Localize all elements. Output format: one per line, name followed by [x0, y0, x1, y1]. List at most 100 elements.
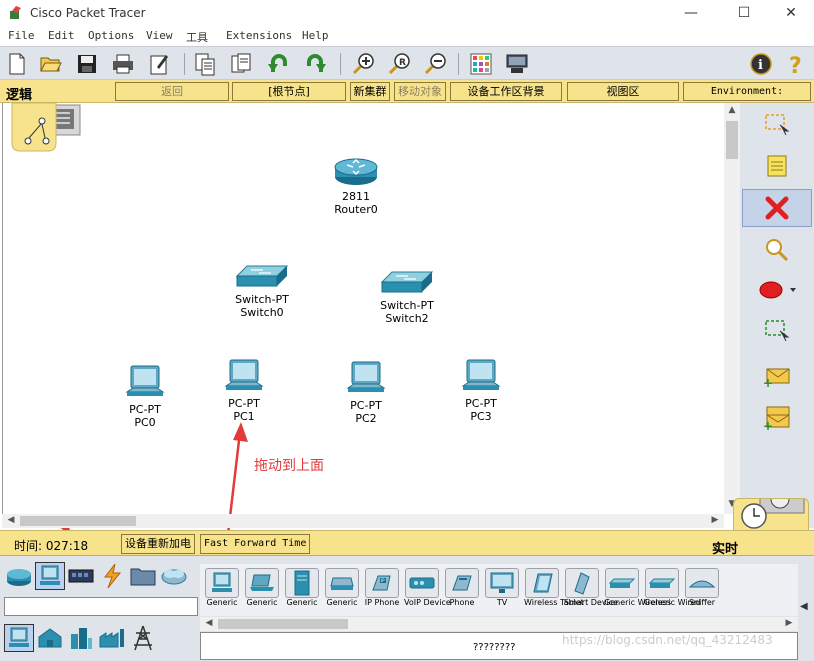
add-complex-pdu-icon[interactable]: + — [742, 399, 812, 437]
open-icon[interactable] — [38, 51, 64, 77]
zoom-reset-icon[interactable]: R — [386, 51, 412, 77]
switch-0[interactable]: Switch-PT Switch0 — [232, 264, 292, 319]
paste-icon[interactable] — [228, 51, 254, 77]
menu-tools[interactable]: 工具 — [186, 29, 208, 45]
panel-expand-arrow-icon[interactable]: ◀ — [800, 601, 808, 612]
custom-device-icon[interactable] — [504, 51, 530, 77]
simulation-status-bar: 时间: 027:18 设备重新加电 Fast Forward Time 实时 — [0, 530, 814, 557]
redo-icon[interactable] — [302, 51, 328, 77]
svg-text:IP: IP — [381, 578, 385, 583]
tile-label: Generic — [246, 598, 278, 607]
add-simple-pdu-icon[interactable]: + — [742, 357, 812, 395]
environment-button[interactable]: Environment: 03:00:00 — [683, 82, 811, 114]
menu-extensions[interactable]: Extensions — [226, 29, 292, 42]
miscellaneous-category-icon[interactable] — [128, 562, 158, 590]
palette-icon[interactable] — [468, 51, 494, 77]
menu-options[interactable]: Options — [88, 29, 134, 42]
main-toolbar: R i ? — [0, 46, 814, 80]
device-list-scroll-thumb[interactable] — [218, 619, 348, 629]
network-devices-category-icon[interactable] — [4, 562, 34, 590]
generic-pc-tile[interactable]: Generic — [204, 568, 240, 612]
root-node-button[interactable]: [根节点] — [232, 82, 346, 101]
multiuser-category-icon[interactable] — [159, 562, 189, 590]
menu-edit[interactable]: Edit — [48, 29, 75, 42]
router-0[interactable]: 2811 Router0 — [328, 155, 384, 216]
scroll-left-arrow-icon[interactable]: ◀ — [4, 515, 18, 525]
sniffer-tile[interactable]: Sniffer — [684, 568, 720, 612]
delete-tool-icon[interactable] — [742, 189, 812, 227]
zoom-out-icon[interactable] — [422, 51, 448, 77]
scroll-right-arrow-icon[interactable]: ▶ — [782, 618, 796, 628]
vertical-scroll-thumb[interactable] — [726, 121, 738, 159]
maximize-button[interactable]: ☐ — [729, 3, 759, 23]
move-object-button[interactable]: 移动对象 — [394, 82, 446, 101]
wireless-tablet-tile[interactable]: Wireless Tablet — [524, 568, 584, 612]
horizontal-scroll-thumb[interactable] — [20, 516, 136, 526]
help-icon[interactable]: ? — [784, 51, 810, 77]
scroll-left-arrow-icon[interactable]: ◀ — [202, 618, 216, 628]
ip-phone-tile[interactable]: IP IP Phone — [364, 568, 400, 612]
info-icon[interactable]: i — [748, 51, 774, 77]
pc-icon — [212, 572, 232, 592]
smart-device-tile[interactable]: Smart Device — [564, 568, 618, 612]
toolbar-separator — [184, 53, 185, 75]
device-model-label: 2811 — [342, 190, 370, 203]
activity-wizard-icon[interactable] — [146, 51, 172, 77]
generic-printer-tile[interactable]: Generic — [324, 568, 360, 612]
end-devices-category-icon[interactable] — [35, 562, 65, 590]
realtime-mode-tab[interactable] — [733, 488, 809, 532]
scroll-up-arrow-icon[interactable]: ▲ — [725, 105, 739, 115]
inspect-tool-icon[interactable] — [742, 231, 812, 269]
components-category-icon[interactable] — [66, 562, 96, 590]
device-model-label: PC-PT — [228, 397, 260, 410]
phone-tile[interactable]: Phone — [444, 568, 480, 612]
pc-0[interactable]: PC-PT PC0 — [120, 364, 170, 429]
csdn-watermark: https://blog.csdn.net/qq_43212483 — [562, 633, 773, 647]
smart-city-subcategory-icon[interactable] — [66, 624, 96, 652]
logical-view-tab[interactable] — [4, 102, 82, 153]
home-subcategory-icon[interactable] — [35, 624, 65, 652]
close-button[interactable]: ✕ — [776, 3, 806, 23]
generic-laptop-tile[interactable]: Generic — [244, 568, 280, 612]
power-cycle-button[interactable]: 设备重新加电 — [121, 534, 195, 554]
save-icon[interactable] — [74, 51, 100, 77]
minimize-button[interactable]: — — [676, 3, 706, 23]
switch-2[interactable]: Switch-PT Switch2 — [377, 270, 437, 325]
generic-wired-tile[interactable]: Generic Wired — [644, 568, 701, 612]
canvas-horizontal-scrollbar[interactable]: ◀ ▶ — [2, 514, 724, 528]
viewport-button[interactable]: 视图区 — [567, 82, 679, 101]
set-background-button[interactable]: 设备工作区背景 — [450, 82, 562, 101]
new-icon[interactable] — [4, 51, 30, 77]
tv-tile[interactable]: TV — [484, 568, 520, 612]
generic-wireless-tile[interactable]: Generic Wireless — [604, 568, 672, 612]
tile-label: Sniffer — [688, 598, 716, 607]
select-tool-icon[interactable] — [742, 105, 812, 143]
menu-help[interactable]: Help — [302, 29, 329, 42]
device-model-text: ???????? — [473, 642, 516, 653]
resize-tool-icon[interactable] — [742, 311, 812, 349]
print-icon[interactable] — [110, 51, 136, 77]
scroll-right-arrow-icon[interactable]: ▶ — [708, 515, 722, 525]
note-tool-icon[interactable] — [742, 147, 812, 185]
pc-1[interactable]: PC-PT PC1 — [219, 358, 269, 423]
canvas-vertical-scrollbar[interactable]: ▲ ▼ — [724, 103, 740, 514]
undo-icon[interactable] — [266, 51, 292, 77]
copy-icon[interactable] — [192, 51, 218, 77]
menu-view[interactable]: View — [146, 29, 173, 42]
voip-device-tile[interactable]: VoIP Device — [404, 568, 451, 612]
connections-category-icon[interactable] — [97, 562, 127, 590]
end-devices-subcategory-icon[interactable] — [4, 624, 34, 652]
fast-forward-button[interactable]: Fast Forward Time — [200, 534, 311, 554]
pc-2[interactable]: PC-PT PC2 — [341, 360, 391, 425]
new-cluster-button[interactable]: 新集群 — [350, 82, 390, 101]
device-list-scrollbar[interactable]: ◀ ▶ — [200, 617, 798, 631]
pc-3[interactable]: PC-PT PC3 — [456, 358, 506, 423]
menu-file[interactable]: File — [8, 29, 35, 42]
zoom-in-icon[interactable] — [350, 51, 376, 77]
industrial-subcategory-icon[interactable] — [97, 624, 127, 652]
generic-server-tile[interactable]: Generic — [284, 568, 320, 612]
power-grid-subcategory-icon[interactable] — [128, 624, 158, 652]
back-button[interactable]: 返回 — [115, 82, 229, 101]
draw-ellipse-tool-icon[interactable] — [742, 271, 812, 309]
tile-label: Generic Wireless — [604, 598, 672, 607]
